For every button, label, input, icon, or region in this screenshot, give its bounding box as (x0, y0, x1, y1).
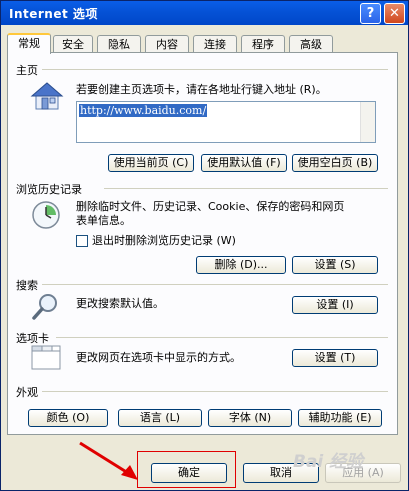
highlight-box (137, 451, 236, 488)
tabs-window-icon (31, 345, 61, 370)
accessibility-button[interactable]: 辅助功能 (E) (298, 409, 382, 427)
use-current-button[interactable]: 使用当前页 (C) (108, 154, 194, 172)
use-blank-button[interactable]: 使用空白页 (B) (292, 154, 378, 172)
group-divider (42, 69, 388, 70)
history-description-line1: 删除临时文件、历史记录、Cookie、保存的密码和网页 (76, 200, 345, 213)
tab-privacy[interactable]: 隐私 (97, 35, 141, 53)
history-description-line2: 表单信息。 (76, 214, 131, 227)
homepage-description: 若要创建主页选项卡，请在各地址行键入地址 (R)。 (76, 83, 327, 96)
group-divider (56, 337, 388, 338)
delete-history-button[interactable]: 删除 (D)... (196, 256, 286, 274)
tab-security[interactable]: 安全 (53, 35, 93, 53)
appearance-group-label: 外观 (16, 386, 38, 399)
use-default-button[interactable]: 使用默认值 (F) (201, 154, 287, 172)
history-group-label: 浏览历史记录 (16, 183, 82, 196)
homepage-url-text: http://www.baidu.com/ (79, 104, 208, 117)
tabs-settings-button[interactable]: 设置 (T) (292, 349, 378, 367)
fonts-button[interactable]: 字体 (N) (208, 409, 292, 427)
history-clock-icon (32, 201, 60, 229)
history-settings-button[interactable]: 设置 (S) (292, 256, 378, 274)
search-settings-button[interactable]: 设置 (I) (292, 296, 378, 314)
delete-on-exit-label[interactable]: 退出时删除浏览历史记录 (W) (92, 234, 236, 248)
colors-button[interactable]: 颜色 (O) (28, 409, 108, 427)
homepage-url-field[interactable]: http://www.baidu.com/ (76, 101, 376, 143)
general-tab-panel: 主页 若要创建主页选项卡，请在各地址行键入地址 (R)。 http://www.… (7, 52, 398, 435)
title-bar[interactable]: Internet 选项 ? ✕ (1, 1, 408, 25)
tab-advanced[interactable]: 高级 (289, 35, 333, 53)
group-divider (104, 188, 388, 189)
group-divider (42, 284, 388, 285)
homepage-group-label: 主页 (16, 64, 38, 77)
tabs-description: 更改网页在选项卡中显示的方式。 (76, 351, 241, 364)
red-arrow-annotation (79, 441, 138, 480)
magnifier-search-icon (32, 294, 57, 320)
window-title: Internet 选项 (9, 7, 98, 21)
internet-options-window: Internet 选项 ? ✕ 常规 安全 隐私 内容 连接 程序 高级 主页 … (0, 0, 409, 491)
house-icon (30, 82, 64, 110)
languages-button[interactable]: 语言 (L) (118, 409, 202, 427)
tab-content[interactable]: 内容 (145, 35, 189, 53)
scrollbar[interactable] (360, 102, 375, 142)
group-divider (42, 391, 388, 392)
help-button[interactable]: ? (360, 3, 381, 24)
tab-programs[interactable]: 程序 (241, 35, 285, 53)
tab-connections[interactable]: 连接 (193, 35, 237, 53)
search-description: 更改搜索默认值。 (76, 297, 164, 310)
tab-general[interactable]: 常规 (7, 33, 51, 54)
delete-on-exit-checkbox[interactable] (76, 235, 88, 247)
watermark: Bai 经验 (293, 452, 364, 472)
close-button[interactable]: ✕ (384, 3, 405, 24)
